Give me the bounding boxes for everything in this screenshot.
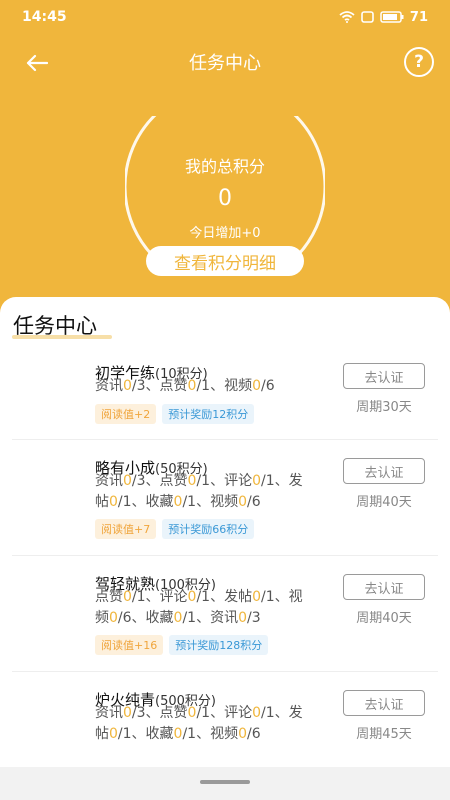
total-points-label: 我的总积分 [184,157,265,176]
progress-count: 0 [123,378,132,394]
row-divider [12,671,438,672]
task-requirements: 点赞0/1、评论0/1、发帖0/1、视 频0/6、收藏0/1、资讯0/3 [95,587,335,629]
requirement-text: /1、评论 [196,473,253,489]
task-tags: 阅读值+16 预计奖励128积分 [95,635,269,655]
task-period: 周期40天 [356,495,412,510]
verify-button[interactable]: 去认证 [343,690,425,716]
task-period: 周期30天 [356,400,412,415]
requirement-text: /3、点赞 [131,378,188,394]
task-center-card: 任务中心 初学乍练(10积分) 资讯0/3、点赞0/1、视频0/6 阅读值+2 预计奖… [0,297,450,767]
requirement-line: 资讯0/3、点赞0/1、视频0/6 [95,376,335,397]
total-points-value: 0 [218,186,232,211]
requirement-text: 资讯 [95,378,123,394]
navigation-bar: 任务中心 ? [0,40,450,84]
requirement-text: 帖 [95,494,109,510]
task-requirements: 资讯0/3、点赞0/1、评论0/1、发 帖0/1、收藏0/1、视频0/6 [95,471,335,513]
requirement-text: 点赞 [95,589,123,605]
reward-tag: 预计奖励66积分 [162,519,255,539]
verify-button[interactable]: 去认证 [343,363,425,389]
requirement-text: /1、评论 [196,705,253,721]
status-bar: 14:45 71 [0,0,450,34]
reward-tag: 预计奖励12积分 [162,404,255,424]
requirement-text: /1、视频 [196,378,253,394]
requirement-text: /1、资讯 [182,610,239,626]
progress-count: 0 [252,378,262,394]
requirement-text: /1、视频 [182,494,239,510]
sim-card-icon [361,11,374,23]
points-detail-button[interactable]: 查看积分明细 [146,246,304,276]
reward-tag: 预计奖励128积分 [169,635,269,655]
requirement-text: 帖 [95,726,109,742]
reading-value-tag: 阅读值+7 [95,519,157,539]
question-mark-icon: ? [414,52,424,72]
requirement-text: /6 [247,494,261,510]
requirement-text: /1、收藏 [117,494,174,510]
task-requirements: 资讯0/3、点赞0/1、评论0/1、发 帖0/1、收藏0/1、视频0/6 [95,703,335,745]
arrow-left-icon [26,54,48,72]
progress-count: 0 [238,726,248,742]
task-tags: 阅读值+7 预计奖励66积分 [95,519,255,539]
requirement-text: 资讯 [95,705,123,721]
progress-count: 0 [123,473,132,489]
today-points: 今日增加+0 [189,226,261,241]
reading-value-tag: 阅读值+2 [95,404,157,424]
battery-level: 71 [409,9,428,25]
progress-count: 0 [252,705,262,721]
requirement-text: /1、发 [261,473,303,489]
header-background: 14:45 71 任务中心 ? 我的总积分 0 今日增加+0 查看积分明细 [0,0,450,330]
task-requirements: 资讯0/3、点赞0/1、视频0/6 [95,376,335,397]
progress-count: 0 [109,494,118,510]
requirement-text: 频 [95,610,109,626]
status-time: 14:45 [22,9,67,25]
requirement-text: /1、评论 [131,589,188,605]
requirement-line: 频0/6、收藏0/1、资讯0/3 [95,608,335,629]
row-divider [12,439,438,440]
requirement-text: /6、收藏 [117,610,174,626]
requirement-line: 资讯0/3、点赞0/1、评论0/1、发 [95,703,335,724]
battery-icon [380,11,404,23]
requirement-text: /1、视频 [182,726,239,742]
progress-count: 0 [123,705,132,721]
reading-value-tag: 阅读值+16 [95,635,164,655]
requirement-line: 帖0/1、收藏0/1、视频0/6 [95,492,335,513]
requirement-text: /6 [247,726,261,742]
wifi-icon [339,11,355,23]
back-button[interactable] [22,48,52,78]
task-period: 周期45天 [356,727,412,742]
page-title: 任务中心 [189,53,261,74]
section-title: 任务中心 [13,314,97,338]
requirement-text: /1、收藏 [117,726,174,742]
requirement-text: /3、点赞 [131,473,188,489]
row-divider [12,555,438,556]
progress-count: 0 [123,589,132,605]
requirement-line: 帖0/1、收藏0/1、视频0/6 [95,724,335,745]
verify-button[interactable]: 去认证 [343,458,425,484]
requirement-text: /1、发帖 [196,589,253,605]
progress-count: 0 [109,610,118,626]
progress-count: 0 [238,494,248,510]
task-row: 炉火纯青(500积分) 资讯0/3、点赞0/1、评论0/1、发 帖0/1、收藏0/1… [0,689,450,767]
progress-count: 0 [252,473,262,489]
requirement-line: 资讯0/3、点赞0/1、评论0/1、发 [95,471,335,492]
verify-button[interactable]: 去认证 [343,574,425,600]
task-row: 初学乍练(10积分) 资讯0/3、点赞0/1、视频0/6 阅读值+2 预计奖励12积分… [0,362,450,457]
requirement-text: /3、点赞 [131,705,188,721]
home-indicator[interactable] [200,780,250,784]
progress-count: 0 [109,726,118,742]
help-button[interactable]: ? [404,47,434,77]
requirement-text: 资讯 [95,473,123,489]
requirement-text: /1、视 [261,589,303,605]
progress-count: 0 [238,610,248,626]
requirement-text: /3 [247,610,261,626]
requirement-line: 点赞0/1、评论0/1、发帖0/1、视 [95,587,335,608]
progress-count: 0 [252,589,262,605]
requirement-text: /1、发 [261,705,303,721]
task-tags: 阅读值+2 预计奖励12积分 [95,404,255,424]
requirement-text: /6 [261,378,275,394]
task-period: 周期40天 [356,611,412,626]
